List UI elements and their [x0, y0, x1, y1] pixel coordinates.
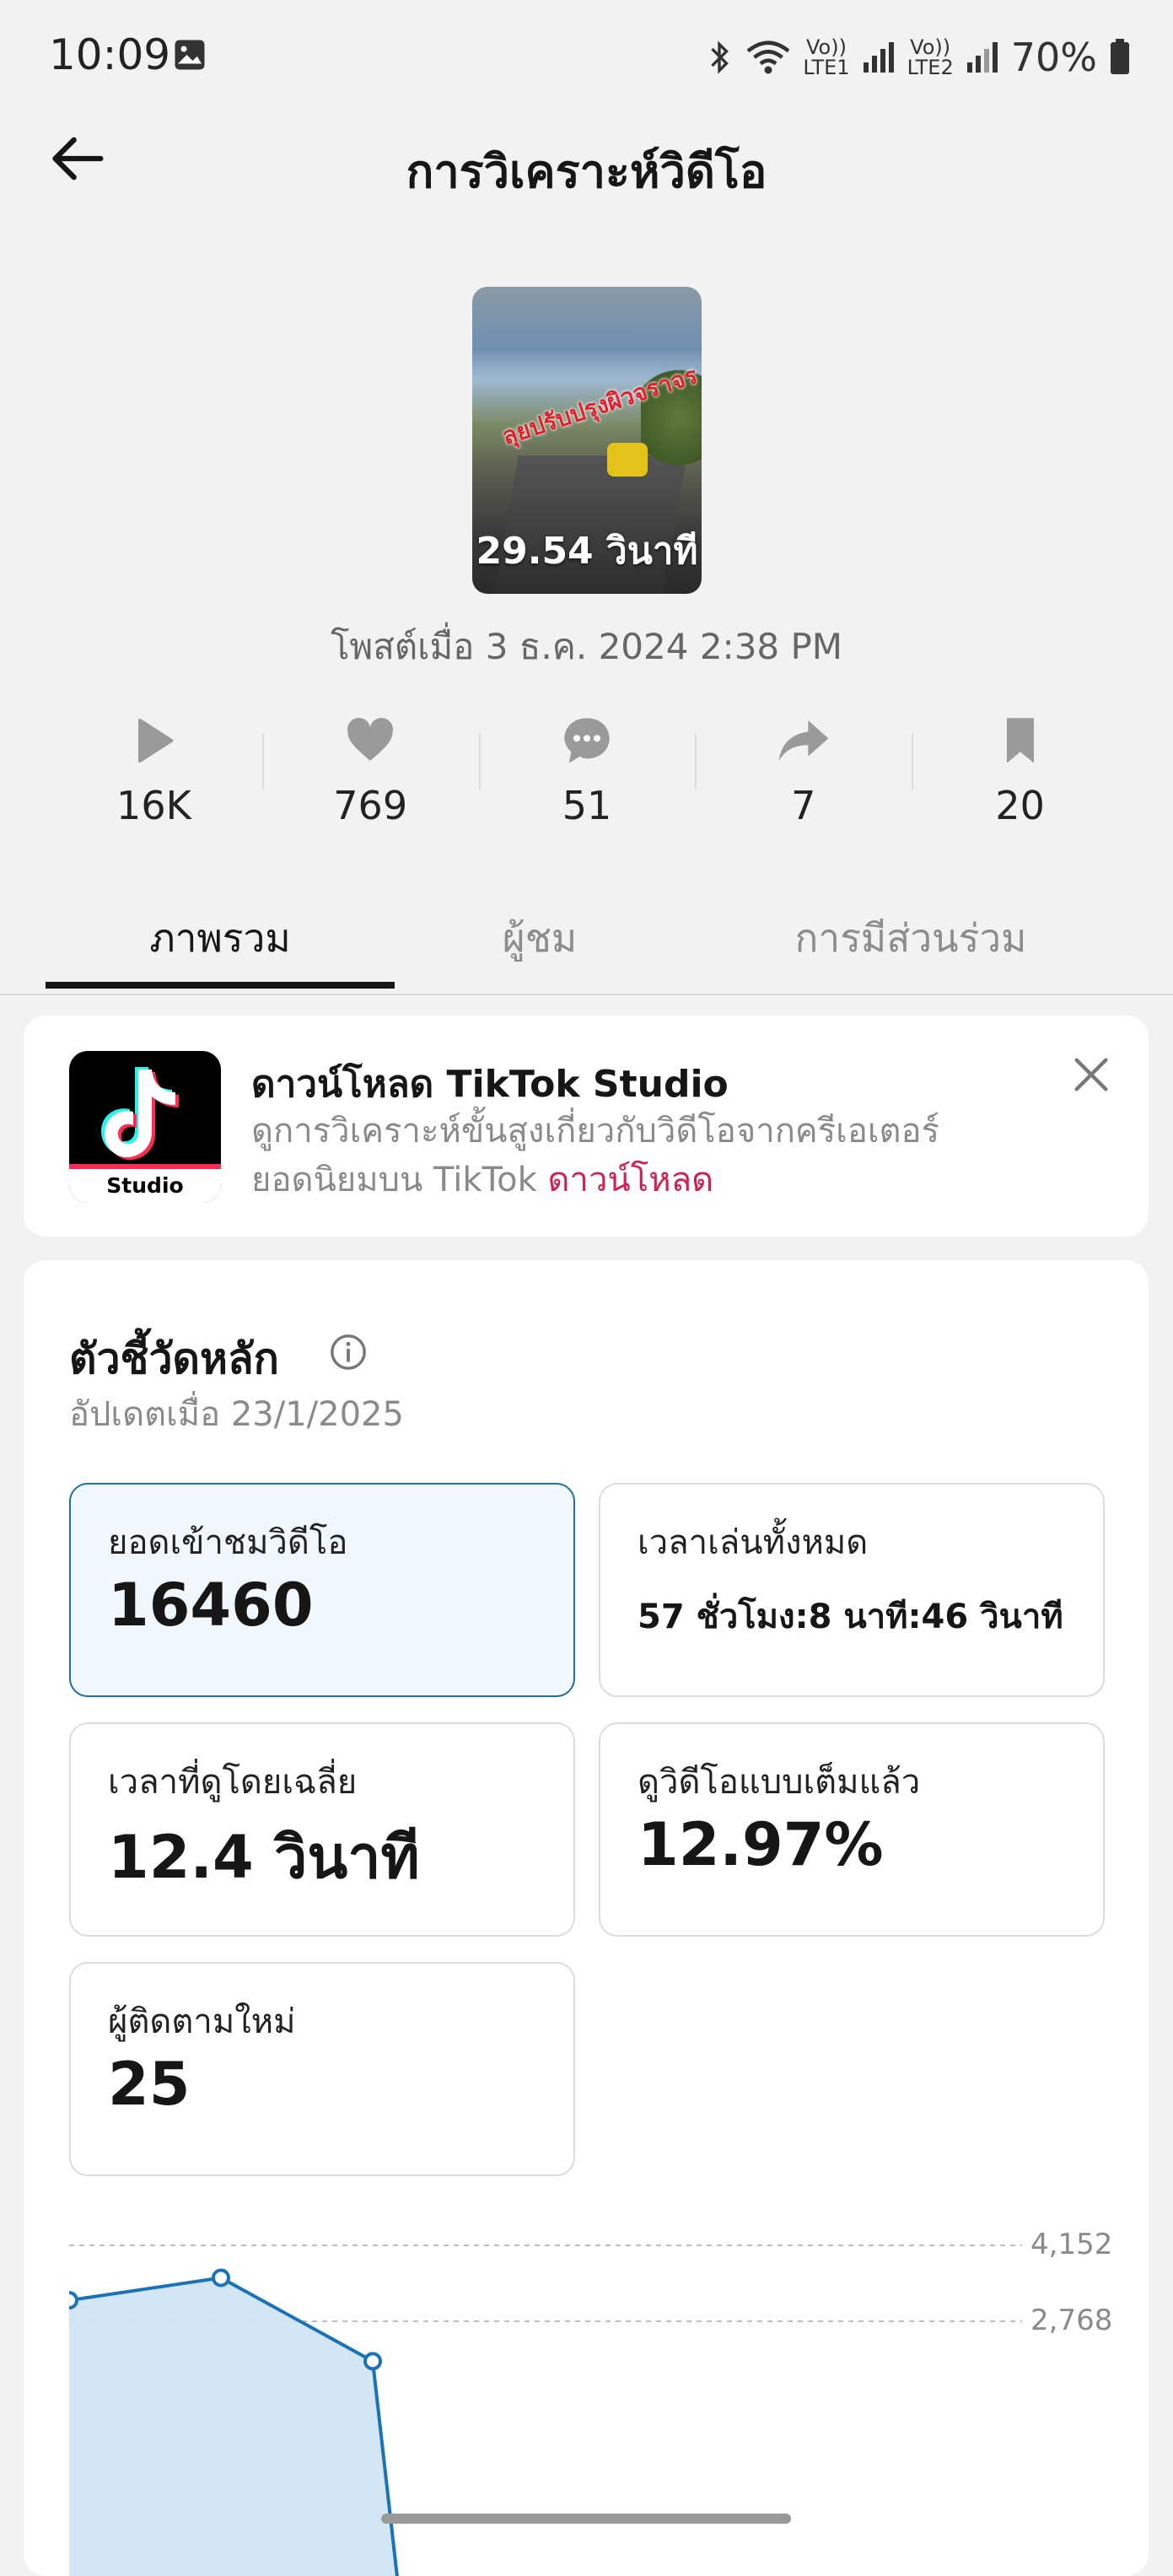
active-tab-indicator	[46, 982, 395, 989]
heart-icon	[347, 718, 394, 761]
bluetooth-icon	[711, 40, 729, 74]
metric-value: 12.4 วินาที	[108, 1823, 420, 1892]
download-link[interactable]: ดาวน์โหลด	[548, 1161, 714, 1199]
stat-likes: 769	[261, 709, 479, 843]
tab-audience[interactable]: ผู้ชม	[371, 908, 708, 969]
status-time: 10:09	[49, 30, 171, 79]
key-metrics-card: ตัวชี้วัดหลัก อัปเดตเมื่อ 23/1/2025 ยอดเ…	[24, 1260, 1149, 2576]
signal-2-icon	[966, 42, 998, 73]
chart-area	[69, 2277, 397, 2576]
status-bar: 10:09 Vo)) LTE1 Vo)) LTE2 70%	[0, 0, 1173, 110]
banner-description: ดูการวิเคราะห์ขั้นสูงเกี่ยวกับวิดีโอจากค…	[251, 1112, 940, 1199]
play-icon	[138, 719, 174, 763]
battery-icon	[1111, 39, 1129, 74]
metric-value: 16460	[108, 1571, 314, 1640]
metric-value: 12.97%	[638, 1810, 884, 1879]
signal-1-icon	[863, 42, 894, 73]
studio-label: Studio	[69, 1164, 221, 1203]
stat-value: 20	[995, 783, 1045, 828]
page-title: การวิเคราะห์วิดีโอ	[406, 145, 767, 198]
banner-title: ดาวน์โหลด TikTok Studio	[251, 1063, 729, 1106]
comment-icon	[564, 718, 610, 763]
video-duration: 29.54 วินาที	[476, 530, 698, 573]
metric-label: ยอดเข้าชมวิดีโอ	[108, 1523, 348, 1562]
stat-value: 769	[333, 783, 408, 828]
metric-value: 25	[108, 2050, 191, 2119]
tab-bar: ภาพรวม ผู้ชม การมีส่วนร่วม	[0, 894, 1173, 995]
stat-shares: 7	[695, 709, 912, 843]
metrics-title: ตัวชี้วัดหลัก	[69, 1334, 279, 1383]
share-icon	[778, 720, 829, 761]
chart-point	[69, 2291, 78, 2310]
tiktok-studio-banner: Studio ดาวน์โหลด TikTok Studio ดูการวิเค…	[24, 1016, 1149, 1237]
stat-value: 51	[562, 783, 612, 828]
stat-views: 16K	[46, 709, 262, 843]
stat-comments: 51	[478, 709, 696, 843]
sim1-indicator: Vo)) LTE1	[803, 35, 850, 79]
tiktok-note-icon	[101, 1067, 179, 1160]
tab-engagement[interactable]: การมีส่วนร่วม	[742, 908, 1079, 969]
chart-point	[212, 2268, 230, 2288]
metric-label: ดูวิดีโอแบบเต็มแล้ว	[638, 1763, 921, 1802]
metric-label: เวลาที่ดูโดยเฉลี่ย	[108, 1763, 358, 1802]
bookmark-icon	[1006, 718, 1034, 763]
info-icon[interactable]	[329, 1333, 368, 1372]
home-indicator	[381, 2514, 791, 2524]
y-tick-label: 2,768	[1030, 2304, 1112, 2337]
stat-value: 16K	[116, 783, 191, 828]
tab-overview[interactable]: ภาพรวม	[46, 908, 395, 969]
gallery-notification-icon	[175, 40, 205, 70]
metric-tile-new-followers[interactable]: ผู้ติดตามใหม่ 25	[69, 1962, 575, 2176]
chart-point	[363, 2352, 382, 2371]
sim2-indicator: Vo)) LTE2	[907, 35, 954, 79]
metric-label: ผู้ติดตามใหม่	[108, 2002, 296, 2041]
stat-saves: 20	[912, 709, 1128, 843]
engagement-stats: 16K 769 51 7 20	[46, 709, 1128, 843]
metric-tile-video-views[interactable]: ยอดเข้าชมวิดีโอ 16460	[69, 1483, 575, 1697]
tiktok-studio-app-icon: Studio	[69, 1051, 221, 1203]
close-icon[interactable]	[1069, 1053, 1113, 1097]
metrics-updated: อัปเดตเมื่อ 23/1/2025	[69, 1395, 404, 1434]
metric-tile-total-play-time[interactable]: เวลาเล่นทั้งหมด 57 ชั่วโมง:8 นาที:46 วิน…	[599, 1483, 1105, 1697]
y-tick-label: 4,152	[1030, 2228, 1112, 2261]
metric-tile-average-watch-time[interactable]: เวลาที่ดูโดยเฉลี่ย 12.4 วินาที	[69, 1722, 575, 1937]
video-thumbnail[interactable]: ลุยปรับปรุงผิวจราจร 29.54 วินาที	[472, 287, 702, 594]
status-icons: Vo)) LTE1 Vo)) LTE2 70%	[705, 32, 1131, 83]
battery-percent: 70%	[1010, 35, 1097, 80]
metric-label: เวลาเล่นทั้งหมด	[638, 1523, 869, 1562]
posted-date: โพสต์เมื่อ 3 ธ.ค. 2024 2:38 PM	[330, 626, 843, 667]
metric-tile-watched-full-video[interactable]: ดูวิดีโอแบบเต็มแล้ว 12.97%	[599, 1722, 1105, 1937]
metric-value: 57 ชั่วโมง:8 นาที:46 วินาที	[638, 1598, 1063, 1636]
stat-value: 7	[791, 783, 816, 828]
wifi-icon	[746, 40, 790, 74]
